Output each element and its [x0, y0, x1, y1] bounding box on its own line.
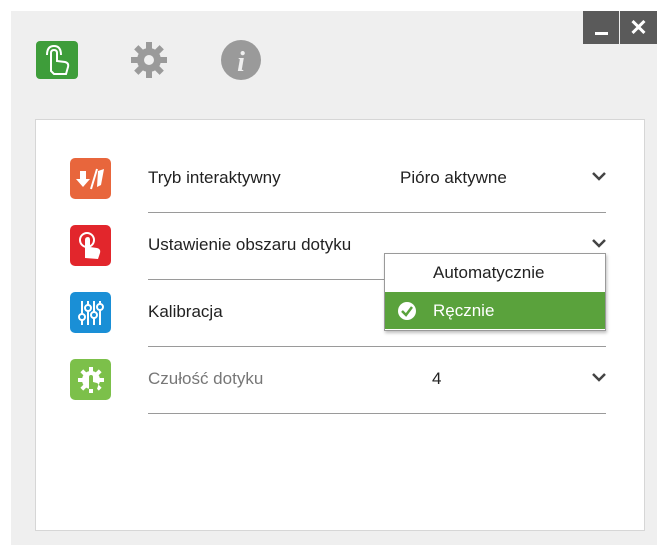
- option-label: Automatycznie: [433, 263, 545, 282]
- touch-hand-icon[interactable]: [35, 38, 79, 82]
- divider: [148, 413, 606, 414]
- row-label: Czułość dotyku: [148, 369, 264, 388]
- touch-area-icon: [70, 225, 111, 266]
- svg-text:i: i: [237, 47, 245, 78]
- info-icon[interactable]: i: [219, 38, 263, 82]
- row-touch-sensitivity[interactable]: Czułość dotyku 4: [36, 347, 646, 414]
- minimize-icon: [594, 32, 608, 35]
- chevron-down-icon[interactable]: [589, 367, 609, 387]
- dropdown-option-automatic[interactable]: Automatycznie: [385, 254, 605, 291]
- row-label: Ustawienie obszaru dotyku: [148, 235, 352, 254]
- chevron-down-icon[interactable]: [589, 233, 609, 253]
- row-label: Kalibracja: [148, 302, 223, 321]
- chevron-down-icon[interactable]: [589, 166, 609, 186]
- check-circle-icon: [398, 302, 416, 320]
- touch-area-dropdown: Automatycznie Ręcznie: [384, 253, 606, 331]
- close-button[interactable]: ✕: [620, 11, 657, 44]
- sliders-icon: [70, 292, 111, 333]
- option-label: Ręcznie: [433, 301, 495, 320]
- row-value: Pióro aktywne: [400, 168, 507, 187]
- gear-icon[interactable]: [127, 38, 171, 82]
- gear-hand-icon: [70, 359, 111, 400]
- row-interactive-mode[interactable]: Tryb interaktywny Pióro aktywne: [36, 146, 646, 213]
- app-window: ✕ i Tryb interaktywny Pióro aktywne Usta…: [11, 11, 657, 545]
- top-toolbar: i: [35, 38, 311, 82]
- window-controls: ✕: [583, 11, 657, 44]
- row-value: 4: [432, 369, 442, 388]
- interactive-mode-icon: [70, 158, 111, 199]
- dropdown-option-manual[interactable]: Ręcznie: [385, 292, 605, 329]
- row-label: Tryb interaktywny: [148, 168, 281, 187]
- minimize-button[interactable]: [583, 11, 620, 44]
